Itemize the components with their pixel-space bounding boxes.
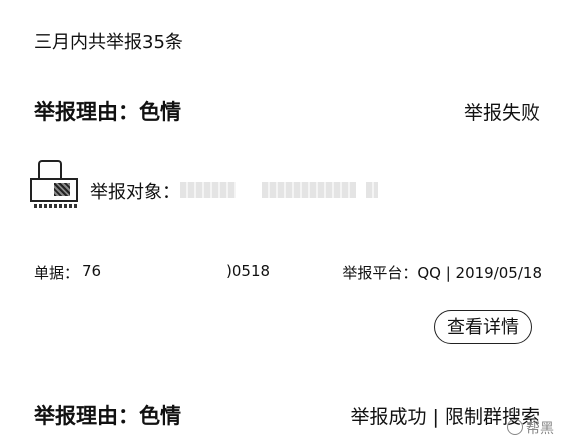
report-card: 举报理由：色情 举报成功 | 限制群搜索 <box>0 0 562 444</box>
report-reason: 举报理由：色情 <box>34 404 181 428</box>
wechat-icon <box>507 419 523 435</box>
report-history-page: 三月内共举报35条 举报理由：色情 举报失败 举报对象： 单据： 76 )051… <box>0 0 562 444</box>
watermark: 帮黑 <box>507 418 554 438</box>
watermark-text: 帮黑 <box>526 421 554 437</box>
